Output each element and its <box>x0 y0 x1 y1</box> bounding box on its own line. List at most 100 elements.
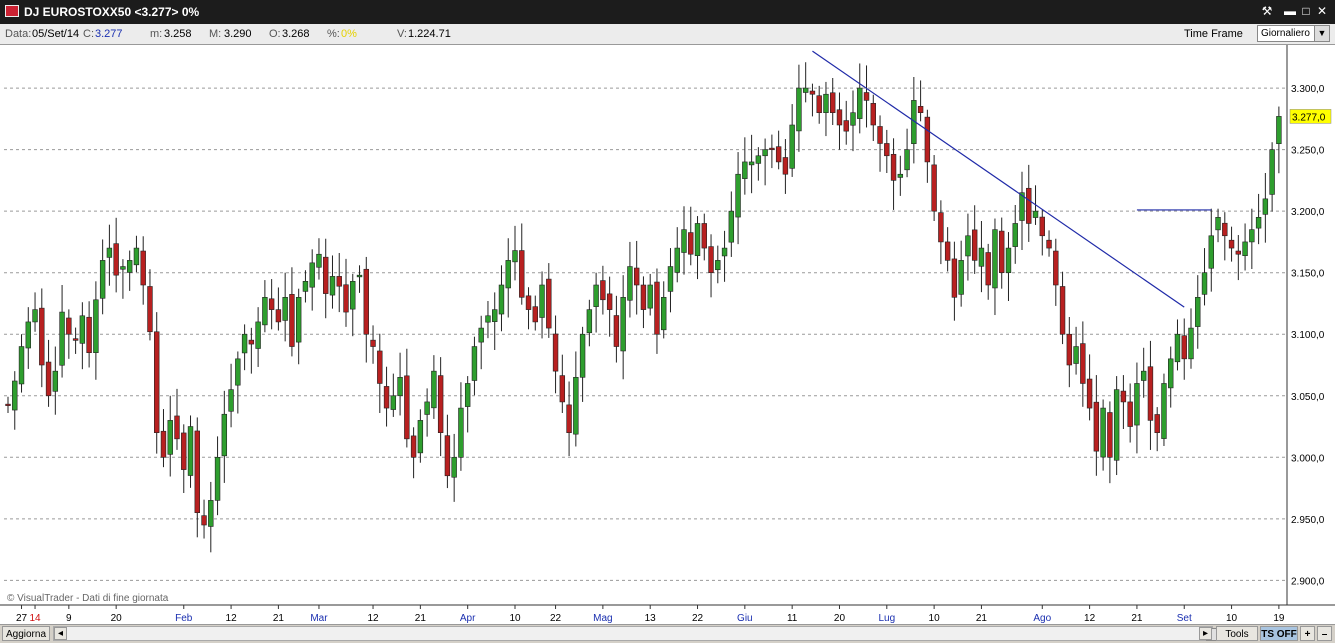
candle-body <box>897 173 904 178</box>
candle-body <box>579 333 586 378</box>
high-label: M: <box>209 28 222 40</box>
candle-body <box>850 112 856 126</box>
candle-body <box>606 293 613 310</box>
candle-body <box>79 315 86 344</box>
candle-body <box>1154 414 1160 433</box>
y-tick-label: 3.200,0 <box>1291 207 1325 218</box>
app-icon <box>5 5 19 17</box>
x-tick-label: 10 <box>929 613 941 624</box>
zoom-in-button[interactable]: + <box>1300 626 1315 641</box>
close-value: 3.277 <box>95 28 123 40</box>
candle-body <box>377 350 383 384</box>
candle-body <box>877 126 883 144</box>
candle-body <box>451 457 457 478</box>
candlestick-chart[interactable]: 2.900,0 2.950,0 3.000,0 3.050,0 3.100,0 3.150… <box>0 45 1335 624</box>
dropdown-arrow-icon[interactable]: ▼ <box>1314 26 1329 41</box>
candle-body <box>620 297 626 352</box>
candle-body <box>1215 217 1221 231</box>
minimize-icon[interactable]: ▬ <box>1283 4 1297 19</box>
y-tick-label: 3.250,0 <box>1291 146 1325 157</box>
candle-body <box>485 315 491 323</box>
candle-body <box>546 278 552 329</box>
volume-value: 1.224.71 <box>408 28 451 40</box>
candle-body <box>289 294 295 347</box>
candle-body <box>302 281 309 292</box>
x-tick-label: 27 <box>16 613 28 624</box>
candle-body <box>843 120 849 132</box>
x-tick-label: Ago <box>1033 613 1051 624</box>
candle-body <box>559 375 566 403</box>
zoom-out-button[interactable]: – <box>1317 626 1332 641</box>
last-price-label: 3.277,0 <box>1292 112 1326 123</box>
x-tick-label: 13 <box>645 613 657 624</box>
candle-body <box>1195 297 1201 327</box>
candle-body <box>552 333 559 372</box>
close-label: C: <box>83 28 94 40</box>
candle-body <box>566 404 572 433</box>
candle-body <box>464 383 471 407</box>
time-frame-select[interactable]: Giornaliero ▼ <box>1257 25 1330 42</box>
candle-body <box>18 346 25 385</box>
ts-off-button[interactable]: TS OFF <box>1260 626 1298 641</box>
candle-body <box>742 161 748 179</box>
candle-body <box>924 116 931 163</box>
candle-body <box>154 331 160 433</box>
candle-body <box>769 147 775 150</box>
candle-body <box>965 235 971 257</box>
x-tick-label: 12 <box>226 613 238 624</box>
candle-body <box>539 284 545 318</box>
candle-body <box>1113 389 1120 461</box>
candle-body <box>1005 247 1012 273</box>
candle-body <box>789 124 795 169</box>
candle-body <box>45 361 52 397</box>
candle-body <box>39 307 45 366</box>
candle-body <box>1073 346 1079 364</box>
y-tick-label: 3.000,0 <box>1291 453 1325 464</box>
candle-body <box>1107 412 1113 458</box>
candle-body <box>241 333 248 354</box>
candle-body <box>627 266 633 301</box>
candle-body <box>309 262 315 288</box>
candle-body <box>586 309 593 334</box>
scroll-left-icon[interactable]: ◂ <box>54 627 67 640</box>
candle-body <box>1134 383 1140 426</box>
maximize-icon[interactable]: □ <box>1299 4 1313 19</box>
candle-body <box>214 457 221 501</box>
horizontal-scrollbar[interactable]: ◂ ▸ <box>53 626 1254 641</box>
tools-icon[interactable]: ⚒ <box>1260 4 1274 19</box>
candle-body <box>667 266 674 292</box>
x-tick-label: Giu <box>737 613 753 624</box>
x-tick-label: 21 <box>976 613 988 624</box>
refresh-button[interactable]: Aggiorna <box>2 626 50 641</box>
x-tick-label: 12 <box>367 613 379 624</box>
candle-body <box>748 161 755 166</box>
candle-body <box>1127 401 1133 427</box>
candle-body <box>904 149 910 171</box>
candle-body <box>694 223 701 257</box>
scroll-right-icon[interactable]: ▸ <box>1199 627 1212 640</box>
x-tick-label: Feb <box>175 613 193 624</box>
candle-body <box>1086 378 1093 409</box>
candle-body <box>268 298 275 310</box>
candle-body <box>573 377 579 435</box>
candle-body <box>532 306 538 323</box>
candle-body <box>1147 366 1154 421</box>
candle-body <box>492 309 498 322</box>
y-tick-label: 2.900,0 <box>1291 576 1325 587</box>
close-icon[interactable]: ✕ <box>1315 4 1329 19</box>
candle-body <box>978 247 985 267</box>
tools-button[interactable]: Tools <box>1216 626 1258 641</box>
candle-body <box>66 317 72 335</box>
candle-body <box>5 403 11 406</box>
y-tick-label: 3.050,0 <box>1291 392 1325 403</box>
x-tick-label: Mag <box>593 613 612 624</box>
x-tick-label: 14 <box>29 613 41 624</box>
quote-info-bar: Data: 05/Set/14 C: 3.277 m: 3.258 M: 3.2… <box>0 24 1335 45</box>
candle-body <box>1046 239 1052 249</box>
candle-body <box>593 284 599 307</box>
candle-body <box>1053 250 1059 286</box>
x-tick-label: 22 <box>550 613 562 624</box>
x-tick-label: Mar <box>310 613 328 624</box>
candle-body <box>796 87 802 132</box>
candle-body <box>120 266 126 270</box>
